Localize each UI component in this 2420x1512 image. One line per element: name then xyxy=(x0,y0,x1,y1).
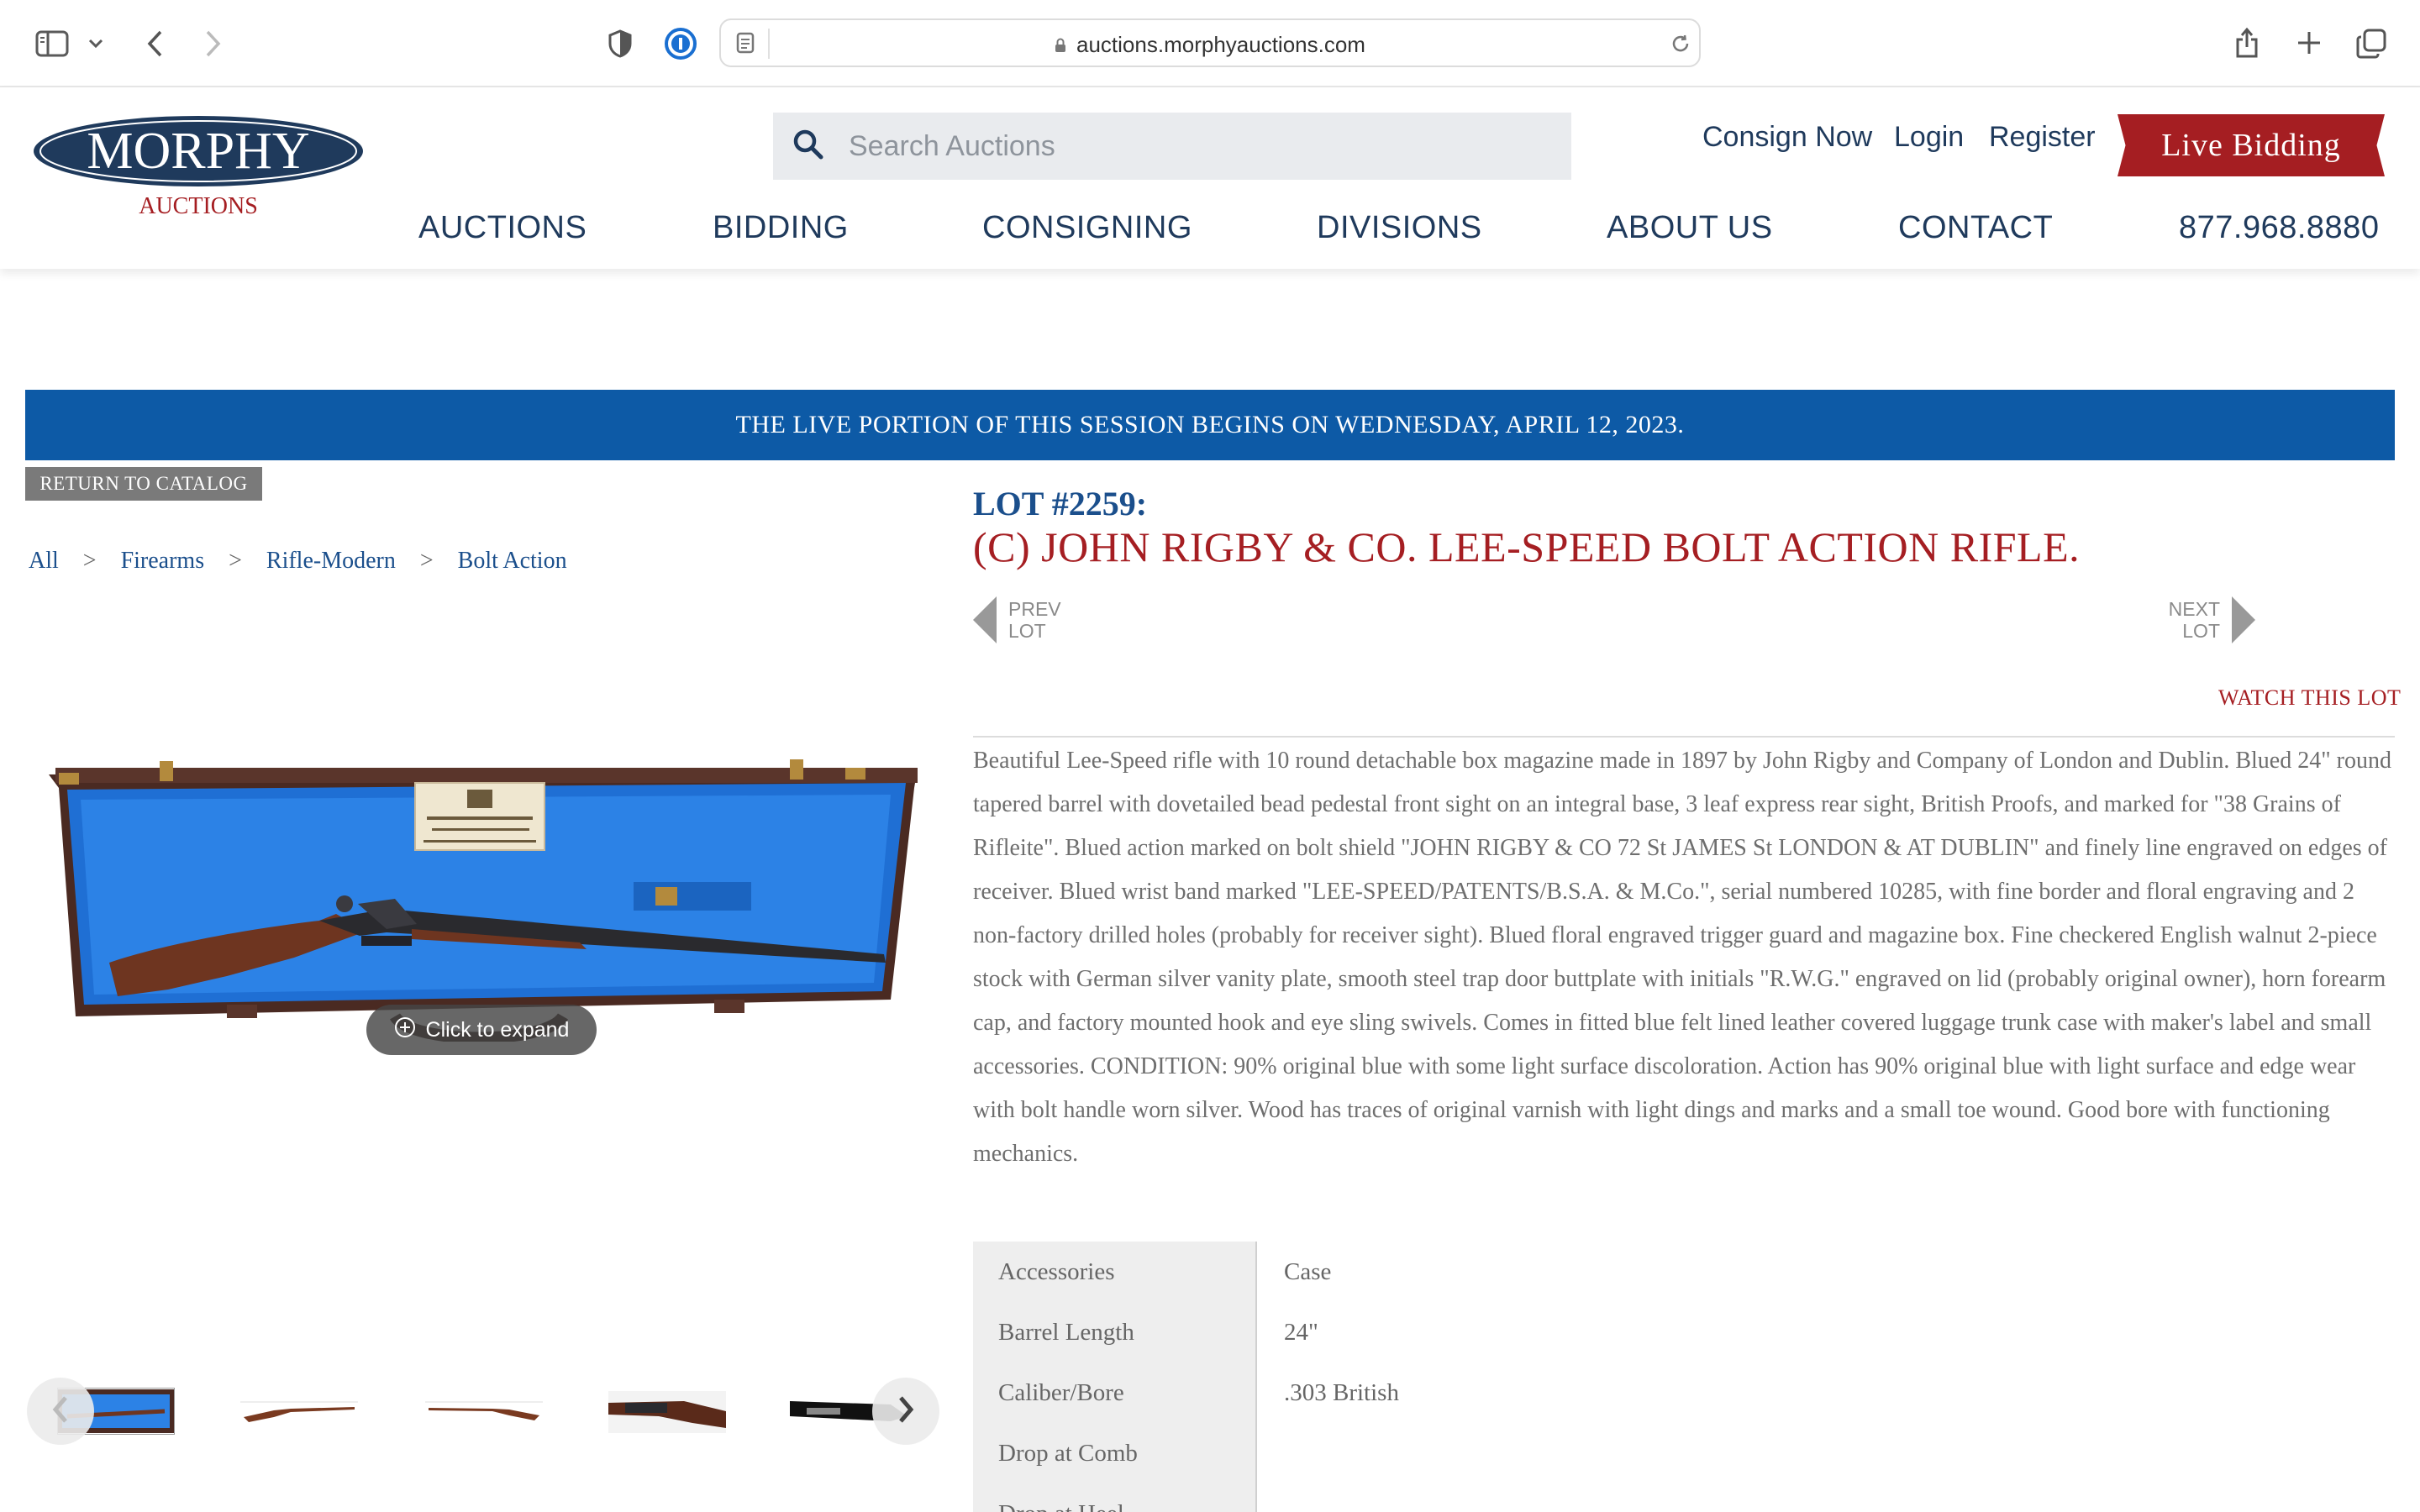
register-link[interactable]: Register xyxy=(1989,121,2096,154)
chevron-right-icon xyxy=(896,1394,916,1429)
forward-arrow-icon[interactable] xyxy=(197,25,230,62)
spec-value: Case xyxy=(1284,1258,1332,1285)
breadcrumb-bolt-action[interactable]: Bolt Action xyxy=(458,548,567,574)
prev-label-line1: PREV xyxy=(1008,598,1061,620)
lot-title: (C) JOHN RIGBY & CO. LEE-SPEED BOLT ACTI… xyxy=(973,523,2081,570)
logo-wordmark: MORPHY xyxy=(87,123,309,180)
breadcrumb-separator: > xyxy=(82,548,97,574)
spec-value: 24" xyxy=(1284,1319,1318,1346)
thumbnail-2[interactable] xyxy=(240,1378,358,1445)
address-bar[interactable]: auctions.morphyauctions.com xyxy=(719,18,1701,67)
click-to-expand-button[interactable]: Click to expand xyxy=(366,1005,597,1055)
spec-label: Barrel Length xyxy=(998,1319,1134,1346)
spec-row: Drop at Comb xyxy=(973,1423,2402,1483)
breadcrumb-rifle-modern[interactable]: Rifle-Modern xyxy=(266,548,396,574)
thumbnail-3[interactable] xyxy=(425,1378,543,1445)
nav-consigning[interactable]: CONSIGNING xyxy=(982,210,1192,246)
prev-label-line2: LOT xyxy=(1008,620,1046,642)
logo-subtitle: AUCTIONS xyxy=(139,193,258,219)
back-arrow-icon[interactable] xyxy=(138,25,171,62)
thumbnail-prev-button[interactable] xyxy=(27,1378,94,1445)
spec-label: Accessories xyxy=(998,1258,1115,1285)
password-manager-icon[interactable] xyxy=(662,25,699,62)
plus-circle-icon xyxy=(394,1016,416,1044)
tab-overview-icon[interactable] xyxy=(2353,25,2390,62)
search-input[interactable] xyxy=(849,113,1555,180)
live-bidding-button[interactable]: Live Bidding xyxy=(2118,114,2385,176)
breadcrumb: All > Firearms > Rifle-Modern > Bolt Act… xyxy=(29,548,586,575)
return-to-catalog-button[interactable]: RETURN TO CATALOG xyxy=(25,467,262,501)
thumbnail-strip xyxy=(25,1378,941,1445)
spec-row: Accessories Case xyxy=(973,1242,2402,1302)
url-text: auctions.morphyauctions.com xyxy=(1076,32,1365,57)
spec-row: Drop at Heel xyxy=(973,1483,2402,1512)
spec-value: .303 British xyxy=(1284,1379,1399,1406)
search-icon[interactable] xyxy=(792,128,825,165)
nav-contact[interactable]: CONTACT xyxy=(1898,210,2053,246)
spec-label: Drop at Heel xyxy=(998,1500,1124,1512)
thumbnail-4[interactable] xyxy=(608,1378,726,1445)
nav-auctions[interactable]: AUCTIONS xyxy=(418,210,587,246)
nav-about-us[interactable]: ABOUT US xyxy=(1607,210,1773,246)
lot-number: LOT #2259: xyxy=(973,485,1148,522)
share-icon[interactable] xyxy=(2230,24,2264,62)
reload-icon[interactable] xyxy=(1669,32,1692,55)
spec-label: Caliber/Bore xyxy=(998,1379,1124,1406)
spec-row: Barrel Length 24" xyxy=(973,1302,2402,1362)
breadcrumb-firearms[interactable]: Firearms xyxy=(121,548,205,574)
spec-row: Caliber/Bore .303 British xyxy=(973,1362,2402,1423)
next-label-line2: LOT xyxy=(2182,620,2220,642)
login-link[interactable]: Login xyxy=(1894,121,1964,154)
breadcrumb-separator: > xyxy=(419,548,434,574)
breadcrumb-separator: > xyxy=(229,548,242,574)
consign-now-link[interactable]: Consign Now xyxy=(1702,121,1872,154)
next-arrow-icon xyxy=(2232,596,2255,643)
site-header: MORPHY AUCTIONS Consign Now Login Regist… xyxy=(0,87,2420,269)
lot-main-image[interactable] xyxy=(42,756,924,1044)
browser-toolbar: auctions.morphyauctions.com xyxy=(0,0,2420,87)
thumbnail-next-button[interactable] xyxy=(872,1378,939,1445)
phone-number[interactable]: 877.968.8880 xyxy=(2179,210,2379,246)
privacy-shield-icon[interactable] xyxy=(603,25,637,62)
chevron-left-icon xyxy=(50,1394,71,1429)
morphy-logo[interactable]: MORPHY AUCTIONS xyxy=(32,111,368,220)
prev-arrow-icon xyxy=(973,596,997,643)
next-label-line1: NEXT xyxy=(2168,598,2220,620)
chevron-down-icon[interactable] xyxy=(84,32,108,55)
expand-label: Click to expand xyxy=(425,1017,570,1042)
watch-lot-link[interactable]: WATCH THIS LOT xyxy=(2218,685,2401,711)
divider xyxy=(973,736,2395,738)
new-tab-icon[interactable] xyxy=(2292,25,2326,60)
nav-divisions[interactable]: DIVISIONS xyxy=(1317,210,1482,246)
sidebar-toggle-icon[interactable] xyxy=(32,27,72,60)
nav-bidding[interactable]: BIDDING xyxy=(713,210,849,246)
lock-icon xyxy=(1055,38,1066,53)
breadcrumb-all[interactable]: All xyxy=(29,548,59,574)
spec-label: Drop at Comb xyxy=(998,1440,1138,1467)
lot-description: Beautiful Lee-Speed rifle with 10 round … xyxy=(973,748,2391,1167)
search-bar xyxy=(773,113,1571,180)
session-banner: THE LIVE PORTION OF THIS SESSION BEGINS … xyxy=(25,390,2395,460)
